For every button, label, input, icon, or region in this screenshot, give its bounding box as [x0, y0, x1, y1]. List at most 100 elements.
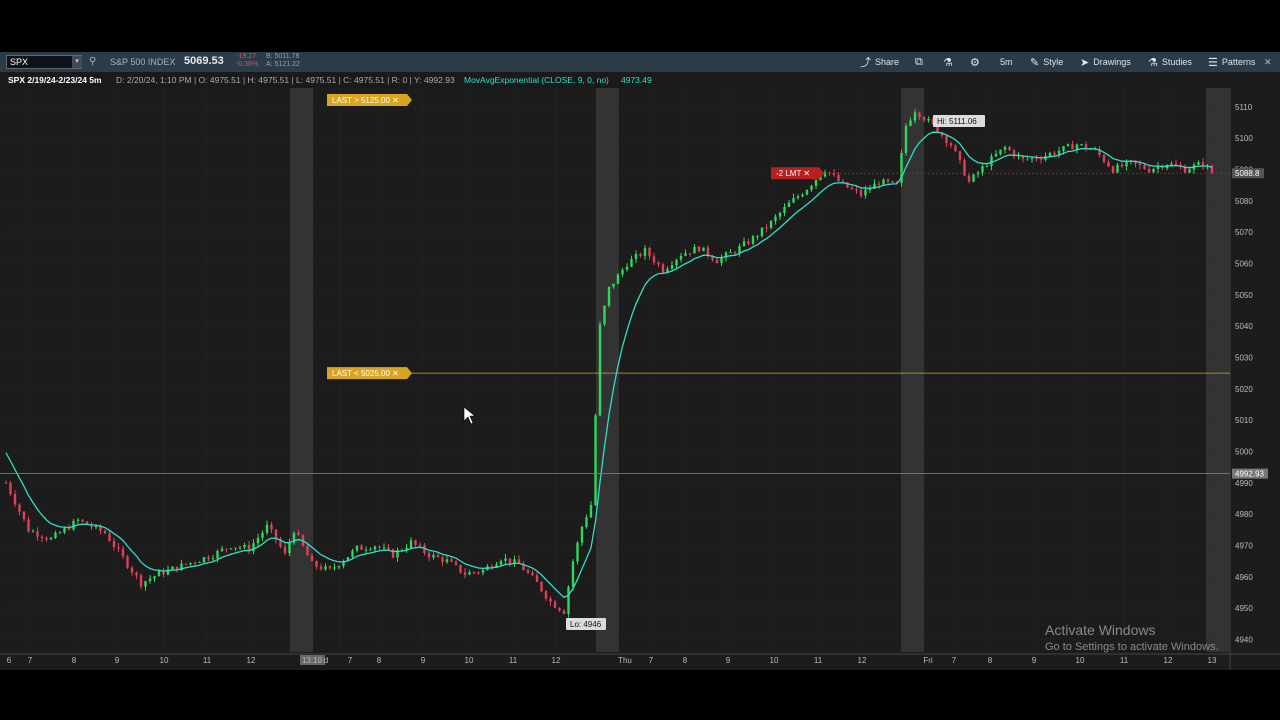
y-tick-label: 4960 — [1235, 573, 1253, 582]
share-button[interactable]: ⤴ Share — [860, 54, 899, 70]
candle-body — [787, 202, 791, 207]
candle-body — [441, 557, 444, 563]
candle-body — [868, 188, 872, 190]
candle-body — [472, 572, 476, 574]
symbol-description: S&P 500 INDEX — [110, 57, 176, 67]
candle-body — [531, 572, 534, 576]
drawings-button[interactable]: ➤ Drawings — [1080, 54, 1131, 70]
symbol-dropdown-icon[interactable]: ▾ — [72, 56, 82, 68]
x-tick-label: 12 — [1164, 656, 1173, 665]
y-tick-label: 5000 — [1235, 447, 1253, 456]
patterns-button[interactable]: ☰ Patterns — [1208, 54, 1255, 70]
style-button[interactable]: ✎ Style — [1030, 54, 1063, 70]
candle-body — [553, 601, 557, 608]
candle-body — [909, 120, 912, 126]
candle-body — [414, 540, 417, 545]
candle-body — [540, 581, 543, 592]
candle-body — [990, 156, 993, 166]
candle-body — [801, 194, 804, 197]
candle-body — [351, 550, 354, 558]
candle-body — [283, 546, 287, 554]
link-icon[interactable]: ⚲ — [89, 56, 96, 67]
chart-background — [0, 88, 1280, 670]
candle-body — [805, 190, 809, 195]
studies-button[interactable]: ⚗ Studies — [1148, 54, 1192, 70]
candle-body — [1080, 144, 1083, 146]
x-tick-label: 10 — [465, 656, 474, 665]
candle-body — [45, 538, 48, 540]
x-tick-label: 13:10 — [302, 656, 323, 665]
candle-body — [202, 557, 206, 563]
candle-body — [364, 549, 368, 551]
candle-body — [207, 557, 210, 560]
candle-body — [652, 256, 656, 263]
flask-button[interactable]: ⚗ — [943, 54, 953, 70]
low-label: Lo: 4946 — [570, 620, 602, 629]
candle-body — [499, 560, 503, 565]
detach-window-icon: ⧉ — [915, 55, 923, 68]
candle-body — [103, 530, 107, 534]
candle-body — [148, 578, 152, 582]
candle-body — [171, 566, 174, 570]
x-tick-label: 9 — [421, 656, 426, 665]
candle-body — [373, 546, 377, 550]
chart-title: SPX 2/19/24-2/23/24 5m — [8, 75, 102, 85]
alert-low-tag: LAST < 5025.00 ✕ — [332, 369, 399, 378]
x-tick-label: 11 — [814, 656, 823, 665]
candle-body — [265, 524, 269, 533]
candle-body — [355, 545, 359, 551]
flask-icon: ⚗ — [943, 56, 953, 69]
candle-body — [747, 241, 750, 244]
candle-body — [850, 187, 854, 189]
candle-body — [220, 548, 224, 551]
study-value: 4973.49 — [621, 75, 652, 85]
candle-body — [1008, 146, 1011, 151]
candle-body — [1071, 144, 1074, 150]
candle-body — [639, 253, 642, 256]
candle-body — [378, 546, 381, 548]
price-chart[interactable]: 5110510050905080507050605050504050305020… — [0, 88, 1280, 670]
candle-body — [1003, 146, 1007, 150]
candle-body — [841, 181, 845, 183]
studies-flask-icon: ⚗ — [1148, 56, 1158, 69]
detach-button[interactable]: ⧉ — [915, 54, 923, 70]
x-tick-label: 7 — [952, 656, 957, 665]
high-label: Hi: 5111.06 — [937, 117, 977, 126]
candle-body — [549, 598, 552, 602]
x-tick-label: 9 — [726, 656, 731, 665]
candle-body — [877, 183, 881, 185]
x-tick-label: 9 — [1032, 656, 1037, 665]
candle-body — [324, 566, 327, 570]
gear-icon: ⚙ — [970, 56, 980, 69]
x-tick-label: 12 — [247, 656, 256, 665]
collapse-toolbar-icon[interactable]: ✕ — [1264, 54, 1272, 70]
candle-body — [1048, 152, 1052, 157]
candle-body — [760, 227, 764, 237]
candle-body — [270, 524, 273, 530]
candle-body — [927, 118, 930, 121]
candle-body — [679, 255, 683, 260]
candle-body — [1116, 164, 1119, 173]
x-tick-label: Fri — [923, 656, 933, 665]
y-tick-label: 5100 — [1235, 134, 1253, 143]
candle-body — [1035, 158, 1038, 160]
timeframe-button[interactable]: 5m — [1000, 54, 1013, 70]
candle-body — [945, 135, 948, 144]
candle-body — [810, 185, 813, 191]
last-price: 5069.53 — [184, 55, 224, 67]
order-tag: -2 LMT ✕ — [776, 169, 810, 178]
candle-body — [18, 504, 21, 512]
candle-body — [76, 519, 80, 521]
study-label[interactable]: MovAvgExponential (CLOSE, 9, 0, no) — [464, 75, 609, 85]
candle-body — [607, 286, 611, 306]
candle-body — [63, 527, 66, 533]
candle-body — [445, 559, 449, 563]
candle-body — [72, 520, 75, 530]
symbol-input[interactable] — [6, 55, 82, 69]
candle-body — [729, 252, 732, 254]
y-tick-label: 5010 — [1235, 416, 1253, 425]
candle-body — [31, 531, 35, 533]
settings-button[interactable]: ⚙ — [970, 54, 980, 70]
activate-windows-title: Activate Windows — [1045, 622, 1156, 638]
bid-ask: B: 5011.78 A: 5121.22 — [266, 53, 300, 68]
